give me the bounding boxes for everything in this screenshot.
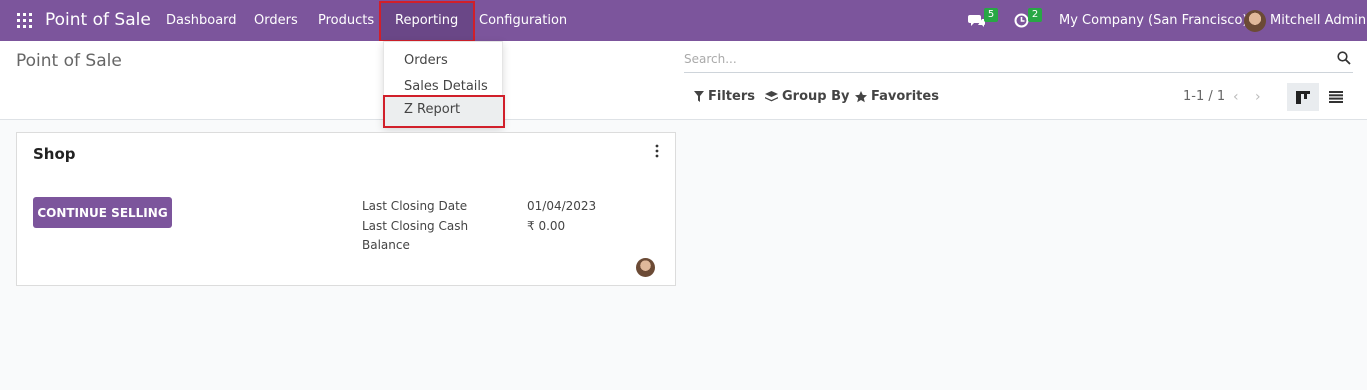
pos-config-card: Shop CONTINUE SELLING Last Closing Date … [16, 132, 676, 286]
company-switcher[interactable]: My Company (San Francisco) [1059, 13, 1247, 28]
top-navbar: Point of Sale Dashboard Orders Products … [0, 0, 1367, 42]
pager-value[interactable]: 1-1 / 1 [1183, 89, 1225, 104]
user-menu[interactable]: Mitchell Admin [1270, 13, 1366, 28]
menu-orders[interactable]: Orders [254, 13, 298, 28]
breadcrumb: Point of Sale [16, 51, 122, 71]
list-view-button[interactable] [1322, 83, 1350, 111]
list-icon [1329, 91, 1343, 103]
group-by-label: Group By [782, 89, 850, 104]
last-closing-date-value: 01/04/2023 [527, 199, 597, 213]
favorites-button[interactable]: Favorites [855, 89, 939, 104]
user-avatar[interactable] [1244, 10, 1266, 32]
menu-configuration[interactable]: Configuration [479, 13, 567, 28]
last-closing-cash-value: ₹ 0.00 [527, 219, 566, 233]
dropdown-item-sales-details[interactable]: Sales Details [404, 79, 488, 94]
dropdown-item-z-report[interactable]: Z Report [404, 102, 460, 117]
chevron-right-icon[interactable]: › [1255, 89, 1261, 105]
activities-count-badge: 2 [1028, 8, 1042, 22]
search-bar [684, 47, 1353, 73]
search-input[interactable] [684, 47, 1324, 71]
menu-products[interactable]: Products [318, 13, 374, 28]
search-icon[interactable] [1337, 51, 1351, 65]
kanban-view-button[interactable] [1287, 83, 1319, 111]
kanban-icon [1296, 90, 1310, 104]
avatar [636, 258, 655, 277]
messages-count-badge: 5 [984, 8, 998, 22]
filters-button[interactable]: Filters [694, 89, 755, 104]
layers-icon [765, 90, 778, 101]
star-icon [855, 90, 867, 102]
continue-selling-button[interactable]: CONTINUE SELLING [33, 197, 172, 228]
filter-icon [694, 91, 704, 102]
menu-reporting[interactable]: Reporting [395, 13, 458, 28]
clock-icon[interactable] [1014, 13, 1029, 28]
last-closing-date-label: Last Closing Date [362, 199, 468, 213]
apps-icon[interactable] [17, 13, 32, 28]
card-title: Shop [33, 145, 76, 163]
last-closing-cash-label-cont: Balance [362, 238, 410, 252]
last-closing-cash-label: Last Closing Cash [362, 219, 469, 233]
control-panel: Point of Sale Filters Group By Favorites… [0, 41, 1367, 120]
menu-dashboard[interactable]: Dashboard [166, 13, 237, 28]
group-by-button[interactable]: Group By [765, 89, 849, 104]
favorites-label: Favorites [871, 89, 939, 104]
kebab-menu-icon[interactable] [654, 144, 660, 158]
dropdown-item-orders[interactable]: Orders [404, 53, 448, 68]
app-brand[interactable]: Point of Sale [45, 10, 151, 30]
filters-label: Filters [708, 89, 755, 104]
chevron-left-icon[interactable]: ‹ [1233, 89, 1239, 105]
